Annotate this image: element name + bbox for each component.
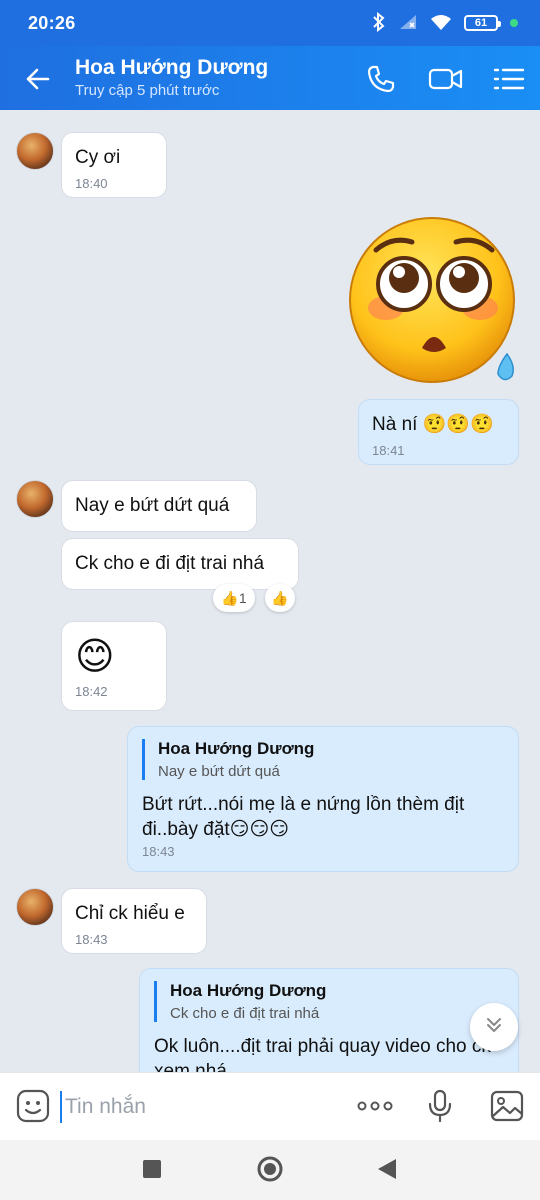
system-nav-bar [0, 1140, 540, 1200]
battery-level: 61 [474, 17, 488, 29]
quote-name: Hoa Hướng Dương [158, 739, 315, 758]
mic-icon[interactable] [426, 1089, 460, 1123]
contact-name[interactable]: Hoa Hướng Dương [75, 56, 268, 80]
wifi-icon [430, 13, 452, 34]
avatar[interactable] [16, 132, 54, 170]
reaction-badge[interactable]: 👍1 [213, 584, 255, 612]
avatar[interactable] [16, 480, 54, 518]
back-arrow-icon[interactable] [22, 63, 54, 95]
signal-icon [398, 13, 418, 34]
like-icon: 👍 [271, 589, 289, 606]
contact-status: Truy cập 5 phút trước [75, 82, 220, 99]
message-time: 18:43 [75, 932, 108, 947]
message-text: Bứt rứt...nói mẹ là e nứng lồn thèm địt … [142, 794, 465, 840]
recent-apps-icon[interactable] [142, 1159, 162, 1184]
chat-header: Hoa Hướng Dương Truy cập 5 phút trước [0, 46, 540, 110]
bluetooth-icon [372, 11, 386, 35]
message-composer: Tin nhắn [0, 1072, 540, 1140]
message-bubble-sent[interactable]: Nà ní 🤨🤨🤨 18:41 [358, 399, 519, 465]
reply-quote[interactable]: Hoa Hướng Dương Ck cho e đi địt trai nhá [154, 981, 504, 1022]
quote-name: Hoa Hướng Dương [170, 981, 327, 1000]
message-bubble-received[interactable]: Cy ơi 18:40 [61, 132, 167, 198]
avatar[interactable] [16, 888, 54, 926]
message-text: Nà ní 🤨🤨🤨 [372, 414, 494, 435]
battery-icon: 61 [464, 15, 501, 31]
message-time: 18:40 [75, 176, 108, 191]
video-call-icon[interactable] [428, 62, 463, 96]
reaction-count: 👍1 [221, 589, 247, 606]
scroll-down-button[interactable] [470, 1003, 518, 1051]
message-bubble-received[interactable]: 😊 18:42 [61, 621, 167, 711]
quote-text: Nay e bứt dứt quá [158, 763, 280, 780]
message-bubble-received[interactable]: Chỉ ck hiểu e 18:43 [61, 888, 207, 954]
chat-area[interactable]: Cy ơi 18:40 Nà ní 🤨🤨🤨 18:41 Nay e bứt dứ… [0, 110, 540, 1072]
more-icon[interactable] [356, 1089, 394, 1123]
status-icons: 61 [372, 11, 518, 35]
flushed-sticker-icon[interactable] [346, 216, 524, 388]
phone-icon[interactable] [364, 62, 398, 96]
message-bubble-received[interactable]: Nay e bứt dứt quá [61, 480, 257, 532]
message-text: Nay e bứt dứt quá [75, 495, 230, 516]
message-text: Ok luôn....địt trai phải quay video cho … [154, 1036, 491, 1072]
status-dot [510, 19, 518, 27]
message-bubble-sent[interactable]: Hoa Hướng Dương Ck cho e đi địt trai nhá… [139, 968, 519, 1072]
message-text: Cy ơi [75, 147, 121, 168]
chevron-double-down-icon [483, 1014, 505, 1041]
message-bubble-received[interactable]: Ck cho e đi địt trai nhá [61, 538, 299, 590]
message-input[interactable]: Tin nhắn [60, 1091, 340, 1123]
image-icon[interactable] [490, 1089, 524, 1123]
back-nav-icon[interactable] [376, 1157, 398, 1186]
message-text: Ck cho e đi địt trai nhá [75, 553, 265, 574]
message-time: 18:41 [372, 443, 405, 458]
home-icon[interactable] [256, 1155, 284, 1188]
reply-quote[interactable]: Hoa Hướng Dương Nay e bứt dứt quá [142, 739, 504, 780]
add-reaction-button[interactable]: 👍 [265, 584, 295, 612]
message-bubble-sent[interactable]: Hoa Hướng Dương Nay e bứt dứt quá Bứt rứ… [127, 726, 519, 872]
sticker-icon[interactable] [16, 1089, 50, 1123]
quote-text: Ck cho e đi địt trai nhá [170, 1005, 320, 1022]
message-text: Chỉ ck hiểu e [75, 903, 185, 924]
menu-icon[interactable] [492, 62, 526, 96]
message-time: 18:42 [75, 684, 108, 699]
message-time: 18:43 [142, 844, 175, 859]
message-text: 😊 [75, 636, 115, 678]
status-bar: 20:26 61 [0, 0, 540, 46]
status-time: 20:26 [28, 12, 76, 33]
